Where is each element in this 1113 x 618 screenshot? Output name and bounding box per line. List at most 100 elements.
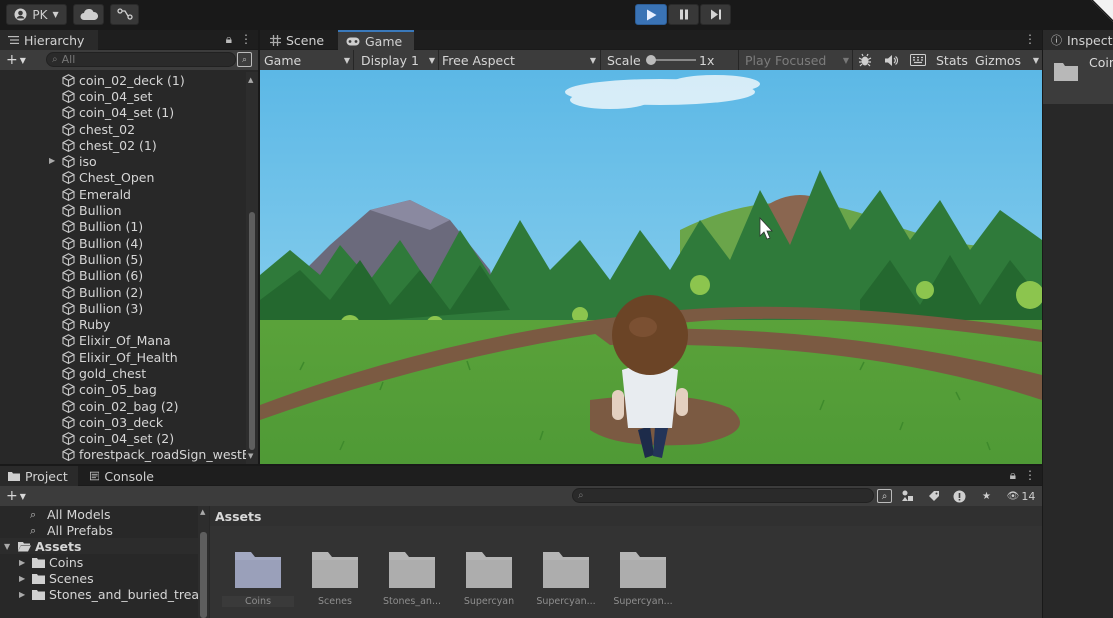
hidden-packages-toggle[interactable]: 👁︎ 14 [1004, 489, 1038, 503]
asset-folder[interactable]: Stones_an... [383, 548, 441, 607]
play-mode-dropdown[interactable]: Play Focused ▼ [745, 50, 849, 70]
scroll-down-icon[interactable]: ▼ [248, 452, 253, 460]
audio-icon[interactable] [884, 50, 898, 70]
asset-label: Supercyan... [536, 596, 596, 607]
game-mode-dropdown[interactable]: Game ▼ [264, 50, 350, 70]
filter-by-type-icon[interactable] [900, 489, 915, 503]
hierarchy-item[interactable]: chest_02 [0, 121, 246, 137]
chevron-down-icon: ▼ [343, 55, 350, 65]
hierarchy-item[interactable]: Bullion (4) [0, 235, 246, 251]
scale-slider-handle[interactable] [646, 55, 656, 65]
create-asset-button[interactable]: + ▼ [6, 488, 26, 504]
hierarchy-item[interactable]: forestpack_roadSign_westEas [0, 447, 246, 463]
hierarchy-item[interactable]: ▶ iso [0, 153, 246, 169]
asset-folder[interactable]: Supercyan... [613, 548, 673, 607]
game-viewport[interactable] [260, 70, 1042, 464]
stats-button[interactable]: Stats [936, 50, 968, 70]
search-by-type-icon[interactable]: ⌕ [237, 52, 252, 67]
hierarchy-item[interactable]: chest_02 (1) [0, 137, 246, 153]
display-dropdown[interactable]: Display 1 ▼ [361, 50, 435, 70]
hierarchy-item[interactable]: coin_04_set [0, 88, 246, 104]
pause-button[interactable] [668, 4, 699, 25]
asset-folder[interactable]: Coins [222, 548, 294, 607]
hierarchy-item[interactable]: Ruby [0, 316, 246, 332]
account-label: PK [32, 7, 48, 22]
asset-folder[interactable]: Supercyan... [536, 548, 596, 607]
more-options-icon[interactable]: ⋮ [1024, 468, 1036, 483]
project-tree-item[interactable]: ▶ Coins [0, 554, 198, 570]
project-search-input[interactable]: ⌕ [572, 488, 874, 503]
plus-icon: + [6, 488, 18, 504]
tab-console[interactable]: Console [82, 466, 162, 486]
tab-project[interactable]: Project [0, 466, 78, 486]
asset-label: Supercyan [463, 596, 515, 607]
tab-scene[interactable]: Scene [262, 30, 336, 50]
hierarchy-scrollbar[interactable]: ▲ ▼ [246, 72, 258, 464]
expand-arrow-icon[interactable]: ▶ [19, 590, 25, 599]
more-options-icon[interactable]: ⋮ [1024, 32, 1036, 46]
create-button[interactable]: + ▼ [6, 52, 26, 68]
hierarchy-item[interactable]: coin_04_set (1) [0, 105, 246, 121]
expand-arrow-icon[interactable]: ▶ [49, 156, 55, 165]
chevron-down-icon: ▼ [1032, 55, 1039, 65]
project-tree-item[interactable]: ▶ Stones_and_buried_treasu [0, 586, 198, 602]
scroll-up-icon[interactable]: ▲ [248, 76, 253, 84]
keyboard-icon[interactable] [910, 50, 926, 70]
gizmos-dropdown[interactable]: Gizmos ▼ [975, 50, 1039, 70]
scrollbar-thumb[interactable] [249, 212, 255, 450]
hierarchy-search-input[interactable]: ⌕ All [46, 52, 236, 67]
tab-inspector[interactable]: ⓘ Inspect [1043, 30, 1113, 50]
hierarchy-item[interactable]: Bullion [0, 202, 246, 218]
hierarchy-item[interactable]: Bullion (3) [0, 300, 246, 316]
hierarchy-item[interactable]: coin_04_set (2) [0, 431, 246, 447]
warning-icon[interactable] [952, 489, 967, 503]
play-button[interactable] [635, 4, 667, 25]
project-tree-item[interactable]: ⌕ All Models [0, 506, 198, 522]
aspect-dropdown[interactable]: Free Aspect ▼ [442, 50, 596, 70]
hierarchy-item[interactable]: Bullion (5) [0, 251, 246, 267]
project-tree-item[interactable]: ⌕ All Prefabs [0, 522, 198, 538]
hierarchy-item[interactable]: Emerald [0, 186, 246, 202]
asset-breadcrumb[interactable]: Assets [210, 506, 1042, 526]
asset-folder[interactable]: Scenes [307, 548, 363, 607]
hierarchy-item[interactable]: Elixir_Of_Mana [0, 333, 246, 349]
scrollbar-thumb[interactable] [200, 532, 207, 618]
hierarchy-subbar: + ▼ ⌕ All ⌕ [0, 50, 258, 70]
expand-arrow-icon[interactable]: ▶ [19, 558, 25, 567]
hierarchy-item-label: Elixir_Of_Mana [79, 333, 171, 349]
project-tree-item[interactable]: ▶ Scenes [0, 570, 198, 586]
hierarchy-item[interactable]: gold_chest [0, 365, 246, 381]
lock-icon[interactable]: 🔒︎ [1010, 468, 1016, 483]
hierarchy-item-label: coin_05_bag [79, 382, 157, 398]
expand-arrow-icon[interactable]: ▼ [4, 542, 10, 551]
version-control-button[interactable] [110, 4, 139, 25]
favorite-icon[interactable]: ★ [979, 489, 994, 503]
hierarchy-item[interactable]: Elixir_Of_Health [0, 349, 246, 365]
scroll-up-icon[interactable]: ▲ [200, 508, 205, 516]
hierarchy-tabbar: Hierarchy 🔒︎ ⋮ [0, 30, 258, 50]
tab-hierarchy[interactable]: Hierarchy [0, 30, 98, 50]
expand-arrow-icon[interactable]: ▶ [19, 574, 25, 583]
label-icon[interactable] [926, 489, 941, 503]
search-by-type-icon[interactable]: ⌕ [877, 489, 892, 503]
account-dropdown[interactable]: PK ▼ [6, 4, 67, 25]
step-button[interactable] [700, 4, 731, 25]
hierarchy-item[interactable]: Chest_Open [0, 170, 246, 186]
hierarchy-item[interactable]: coin_02_bag (2) [0, 398, 246, 414]
hierarchy-item[interactable]: Bullion (2) [0, 284, 246, 300]
gameobject-icon [62, 220, 75, 234]
bug-icon[interactable] [858, 50, 872, 70]
hierarchy-item[interactable]: coin_02_deck (1) [0, 72, 246, 88]
project-tree-scrollbar[interactable]: ▲ [198, 506, 209, 618]
hierarchy-item[interactable]: Bullion (6) [0, 268, 246, 284]
lock-icon[interactable]: 🔒︎ [226, 32, 232, 47]
search-icon: ⌕ [30, 507, 37, 521]
hierarchy-item[interactable]: coin_03_deck [0, 414, 246, 430]
asset-folder[interactable]: Supercyan [461, 548, 517, 607]
tab-game[interactable]: Game [338, 30, 414, 50]
hierarchy-item[interactable]: coin_05_bag [0, 382, 246, 398]
project-tree-item[interactable]: ▼ Assets [0, 538, 198, 554]
hierarchy-item[interactable]: Bullion (1) [0, 219, 246, 235]
more-options-icon[interactable]: ⋮ [240, 32, 252, 47]
cloud-button[interactable] [73, 4, 104, 25]
